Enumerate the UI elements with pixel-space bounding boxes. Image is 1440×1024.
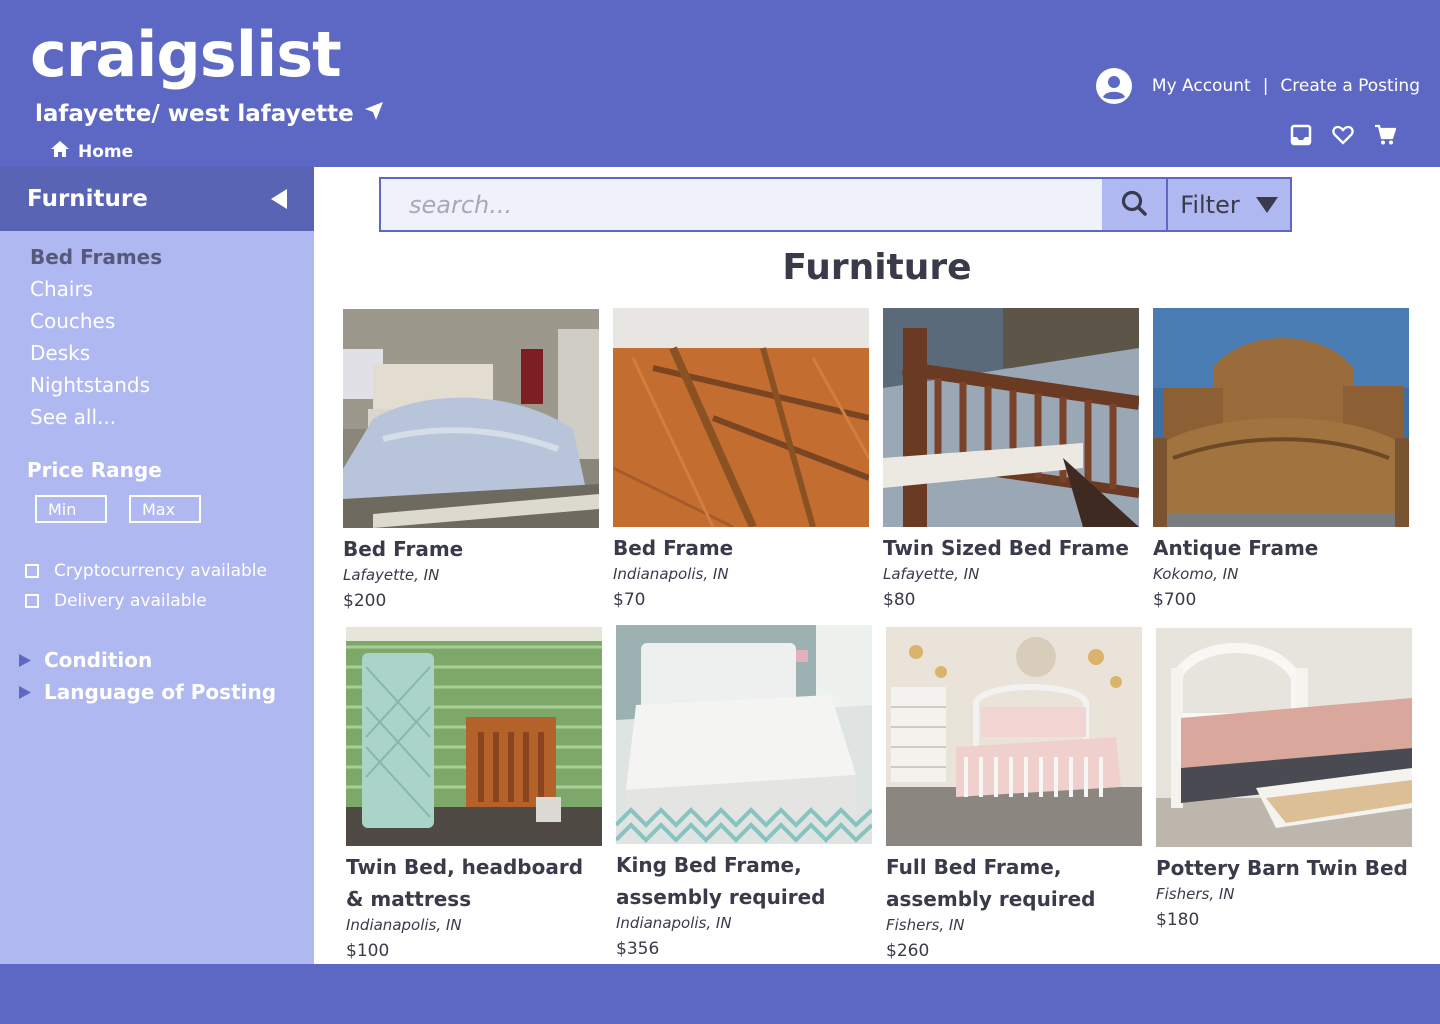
- listing-price: $356: [616, 939, 660, 959]
- listing-price: $100: [346, 941, 390, 961]
- listing-title[interactable]: Pottery Barn Twin Bed: [1156, 852, 1412, 884]
- expand-right-icon: [19, 685, 31, 699]
- condition-expander[interactable]: Condition: [19, 648, 276, 672]
- delivery-option[interactable]: Delivery available: [25, 590, 267, 612]
- delivery-label: Delivery available: [54, 591, 207, 611]
- listing-title[interactable]: Twin Bed, headboard & mattress: [346, 851, 602, 915]
- search-icon: [1120, 189, 1148, 221]
- my-account-link[interactable]: My Account: [1152, 76, 1251, 96]
- nav-separator: |: [1262, 76, 1269, 96]
- dropdown-triangle-icon: [1255, 191, 1278, 219]
- listing-price: $70: [613, 590, 646, 610]
- condition-label: Condition: [44, 648, 153, 672]
- listing-location: Indianapolis, IN: [346, 916, 462, 934]
- listing-card[interactable]: Bed Frame Lafayette, IN $200: [343, 309, 599, 611]
- delivery-checkbox[interactable]: [25, 594, 39, 608]
- search-bar: Filter: [379, 177, 1292, 232]
- sidebar-header: Furniture: [0, 167, 314, 231]
- filter-button[interactable]: Filter: [1168, 179, 1290, 230]
- listing-price: $700: [1153, 590, 1197, 610]
- location-arrow-icon[interactable]: [364, 101, 384, 127]
- listing-location: Fishers, IN: [886, 916, 965, 934]
- listing-title[interactable]: Full Bed Frame, assembly required: [886, 851, 1142, 915]
- listing-card[interactable]: Twin Bed, headboard & mattress Indianapo…: [346, 627, 602, 961]
- home-icon: [50, 140, 70, 163]
- listing-title[interactable]: Bed Frame: [613, 532, 869, 564]
- price-range-label: Price Range: [27, 458, 162, 482]
- listing-photo[interactable]: [1153, 308, 1409, 527]
- listing-location: Fishers, IN: [1156, 885, 1235, 903]
- listing-location: Kokomo, IN: [1153, 565, 1239, 583]
- listing-location: Indianapolis, IN: [613, 565, 729, 583]
- price-range-inputs: [35, 495, 201, 523]
- subcategory-chairs[interactable]: Chairs: [30, 275, 162, 307]
- page-title: Furniture: [782, 247, 972, 288]
- listing-photo[interactable]: [343, 309, 599, 528]
- subcategory-bed-frames[interactable]: Bed Frames: [30, 243, 162, 275]
- option-checkboxes: Cryptocurrency available Delivery availa…: [25, 560, 267, 612]
- subcategory-couches[interactable]: Couches: [30, 307, 162, 339]
- filter-label: Filter: [1180, 190, 1240, 219]
- listing-price: $180: [1156, 910, 1200, 930]
- listing-title[interactable]: King Bed Frame, assembly required: [616, 849, 872, 913]
- listing-photo[interactable]: [883, 308, 1139, 527]
- cart-icon[interactable]: [1374, 124, 1396, 146]
- listing-card[interactable]: King Bed Frame, assembly required Indian…: [616, 625, 872, 959]
- listing-price: $80: [883, 590, 916, 610]
- listing-title[interactable]: Antique Frame: [1153, 532, 1409, 564]
- listing-card[interactable]: Pottery Barn Twin Bed Fishers, IN $180: [1156, 628, 1412, 930]
- search-button[interactable]: [1102, 179, 1168, 230]
- filter-sidebar: Furniture Bed Frames Chairs Couches Desk…: [0, 167, 314, 964]
- price-max-input[interactable]: [129, 495, 201, 523]
- home-link[interactable]: Home: [50, 140, 133, 163]
- site-footer: [0, 964, 1440, 1024]
- listing-photo[interactable]: [346, 627, 602, 846]
- crypto-label: Cryptocurrency available: [54, 561, 267, 581]
- collapse-left-icon[interactable]: [270, 188, 288, 210]
- listing-price: $260: [886, 941, 930, 961]
- listing-photo[interactable]: [886, 627, 1142, 846]
- crypto-option[interactable]: Cryptocurrency available: [25, 560, 267, 582]
- listing-photo[interactable]: [616, 625, 872, 844]
- listing-card[interactable]: Bed Frame Indianapolis, IN $70: [613, 308, 869, 610]
- account-nav: My Account | Create a Posting: [1095, 68, 1420, 104]
- filter-expanders: Condition Language of Posting: [19, 648, 276, 704]
- listing-photo[interactable]: [1156, 628, 1412, 847]
- home-label: Home: [78, 141, 134, 162]
- price-min-input[interactable]: [35, 495, 107, 523]
- subcategory-see-all[interactable]: See all...: [30, 403, 162, 435]
- listing-title[interactable]: Bed Frame: [343, 533, 599, 565]
- listing-card[interactable]: Full Bed Frame, assembly required Fisher…: [886, 627, 1142, 961]
- craigslist-logo[interactable]: craigslist: [30, 24, 342, 86]
- listing-card[interactable]: Antique Frame Kokomo, IN $700: [1153, 308, 1409, 610]
- crypto-checkbox[interactable]: [25, 564, 39, 578]
- listing-card[interactable]: Twin Sized Bed Frame Lafayette, IN $80: [883, 308, 1139, 610]
- inbox-icon[interactable]: [1290, 124, 1312, 146]
- listing-location: Lafayette, IN: [883, 565, 980, 583]
- site-header: craigslist lafayette/ west lafayette Hom…: [0, 0, 1440, 167]
- location-selector[interactable]: lafayette/ west lafayette: [35, 101, 384, 127]
- listing-price: $200: [343, 591, 387, 611]
- sidebar-category-title: Furniture: [27, 186, 148, 212]
- language-label: Language of Posting: [44, 680, 277, 704]
- listing-location: Lafayette, IN: [343, 566, 440, 584]
- search-input[interactable]: [381, 179, 1102, 230]
- create-posting-link[interactable]: Create a Posting: [1280, 76, 1420, 96]
- expand-right-icon: [19, 653, 31, 667]
- subcategory-desks[interactable]: Desks: [30, 339, 162, 371]
- heart-icon[interactable]: [1332, 124, 1354, 146]
- language-expander[interactable]: Language of Posting: [19, 680, 276, 704]
- location-label: lafayette/ west lafayette: [35, 101, 354, 127]
- account-avatar-icon[interactable]: [1095, 68, 1132, 104]
- subcategory-list: Bed Frames Chairs Couches Desks Nightsta…: [30, 243, 162, 435]
- listing-location: Indianapolis, IN: [616, 914, 732, 932]
- subcategory-nightstands[interactable]: Nightstands: [30, 371, 162, 403]
- header-icon-bar: [1290, 124, 1396, 146]
- listing-title[interactable]: Twin Sized Bed Frame: [883, 532, 1139, 564]
- listing-photo[interactable]: [613, 308, 869, 527]
